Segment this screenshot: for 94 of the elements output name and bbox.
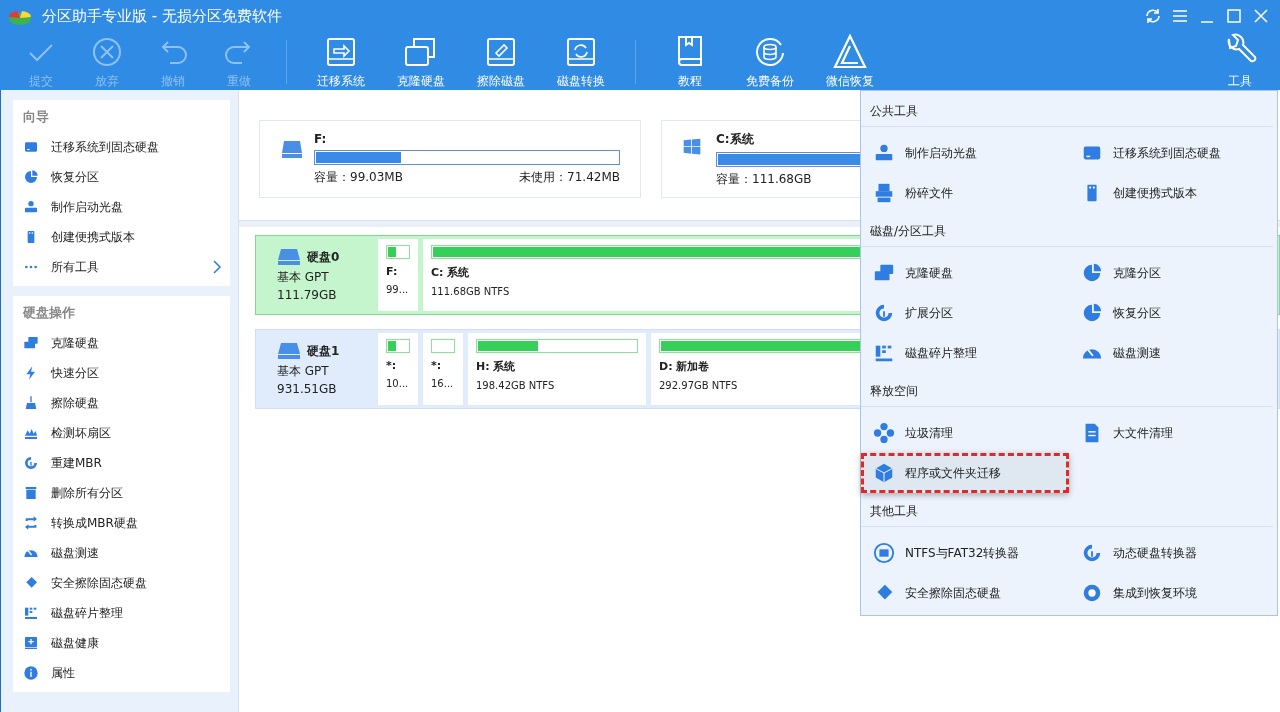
swap-arrows-icon (23, 515, 39, 531)
disk-size: 931.51GB (277, 382, 338, 396)
partition-card[interactable]: *: 10... (378, 333, 418, 405)
menu-item[interactable]: 迁移系统到固态硬盘 (1069, 133, 1277, 173)
menu-item[interactable]: 安全擦除固态硬盘 (861, 573, 1069, 613)
sidebar-item[interactable]: 制作启动光盘 (13, 192, 230, 222)
partition-info: 198.42GB NTFS (476, 380, 555, 391)
toolbar-button[interactable]: 免费备份 (730, 32, 810, 90)
info-icon (23, 665, 39, 681)
toolbar-button[interactable]: 微信恢复 (810, 32, 890, 90)
menu-item[interactable]: NTFS与FAT32转换器 (861, 533, 1069, 573)
menu-item[interactable]: 集成到恢复环境 (1069, 573, 1277, 613)
partition-info: 292.97GB NTFS (659, 380, 738, 391)
sidebar-item[interactable]: 删除所有分区 (13, 478, 230, 508)
section-heading: 公共工具 (861, 99, 1273, 127)
menu-item[interactable]: 动态硬盘转换器 (1069, 533, 1277, 573)
section-heading: 向导 (22, 108, 50, 126)
sidebar-item[interactable]: 擦除硬盘 (13, 388, 230, 418)
maximize-icon[interactable] (1224, 6, 1244, 26)
unused-text: 未使用：71.42MB (519, 169, 620, 186)
partition-name: *: (431, 359, 442, 372)
defrag-grid-icon (23, 605, 39, 621)
triangle-logo-icon (831, 32, 869, 71)
sidebar-item[interactable]: 磁盘健康 (13, 628, 230, 658)
menu-item[interactable]: 磁盘测速 (1069, 333, 1277, 373)
sidebar-item[interactable]: 迁移系统到固态硬盘 (13, 132, 230, 162)
capacity-text: 容量：99.03MB (314, 169, 403, 186)
window-title: 分区助手专业版 - 无损分区免费软件 (42, 6, 282, 26)
partition-info: 111.68GB NTFS (431, 286, 510, 297)
section-heading: 磁盘/分区工具 (861, 219, 1273, 247)
menu-item[interactable]: 克隆分区 (1069, 253, 1277, 293)
toolbar-button[interactable]: 迁移系统 (301, 32, 381, 90)
section-heading: 释放空间 (861, 379, 1273, 407)
stacked-drives-icon (23, 335, 39, 351)
broom-icon (23, 395, 39, 411)
trash-icon (23, 485, 39, 501)
partition-name: *: (386, 359, 397, 372)
menu-item[interactable]: 大文件清理 (1069, 413, 1277, 453)
sidebar-item[interactable]: 转换成MBR硬盘 (13, 508, 230, 538)
disk-name: 硬盘1 (307, 342, 340, 360)
toolbar-button[interactable]: 工具 (1200, 32, 1280, 90)
section-heading: 其他工具 (861, 499, 1273, 527)
partition-name: D: 新加卷 (659, 359, 710, 374)
usage-bar (386, 245, 410, 259)
menu-item[interactable]: 创建便携式版本 (1069, 173, 1277, 213)
partition-info: 99... (386, 284, 409, 295)
sidebar-item[interactable]: 快速分区 (13, 358, 230, 388)
partition-name: C: 系统 (431, 265, 470, 280)
partition-card[interactable]: *: 16... (423, 333, 463, 405)
disc-drive-icon (23, 199, 39, 215)
toolbar-button[interactable]: 教程 (650, 32, 730, 90)
volume-name: F: (314, 132, 328, 146)
disk-type: 基本 GPT (277, 269, 330, 286)
toolbar-button[interactable]: 擦除磁盘 (461, 32, 541, 90)
sidebar-item[interactable]: 重建MBR (13, 448, 230, 478)
partition-info: 16... (431, 378, 454, 389)
drive-icon (23, 139, 39, 155)
pie-chart-icon (1081, 262, 1103, 284)
disk-name: 硬盘0 (307, 248, 340, 266)
pie-chart-icon (23, 169, 39, 185)
fan-icon (873, 422, 895, 444)
partition-info: 10... (386, 378, 409, 389)
disk-type: 基本 GPT (277, 363, 330, 380)
sidebar-item[interactable]: 安全擦除固态硬盘 (13, 568, 230, 598)
sidebar-item[interactable]: 所有工具 (13, 252, 230, 282)
volume-name: C:系统 (716, 130, 755, 148)
partition-card[interactable]: F: 99... (378, 239, 418, 311)
usage-bar (386, 339, 410, 353)
sidebar-item[interactable]: 属性 (13, 658, 230, 688)
volume-card[interactable]: F: 容量：99.03MB 未使用：71.42MB (259, 120, 641, 198)
pie-chart-icon (1081, 302, 1103, 324)
sidebar-item[interactable]: 检测坏扇区 (13, 418, 230, 448)
toolbar-button[interactable]: 克隆硬盘 (381, 32, 461, 90)
capacity-text: 容量：111.68GB (716, 170, 812, 188)
sidebar-item[interactable]: 克隆硬盘 (13, 328, 230, 358)
section-heading: 硬盘操作 (22, 304, 76, 322)
disk-size: 111.79GB (277, 288, 338, 302)
partition-card[interactable]: H: 系统 198.42GB NTFS (468, 333, 646, 405)
menu-item[interactable]: 程序或文件夹迁移 (861, 453, 1069, 493)
health-plus-icon (23, 635, 39, 651)
shredder-icon (873, 182, 895, 204)
sidebar-item[interactable]: 恢复分区 (13, 162, 230, 192)
menu-item[interactable]: 磁盘碎片整理 (861, 333, 1069, 373)
cube-icon (873, 462, 895, 484)
sidebar-item[interactable]: 磁盘碎片整理 (13, 598, 230, 628)
menu-item[interactable]: 垃圾清理 (861, 413, 1069, 453)
refresh-icon[interactable] (1143, 6, 1163, 26)
sidebar-item[interactable]: 磁盘测速 (13, 538, 230, 568)
sidebar-item[interactable]: 创建便携式版本 (13, 222, 230, 252)
partition-name: H: 系统 (476, 359, 516, 374)
toolbar-button[interactable]: 磁盘转换 (541, 32, 621, 90)
partition-name: F: (386, 265, 398, 278)
drive-icon (277, 247, 301, 267)
drive-icon (277, 341, 301, 361)
